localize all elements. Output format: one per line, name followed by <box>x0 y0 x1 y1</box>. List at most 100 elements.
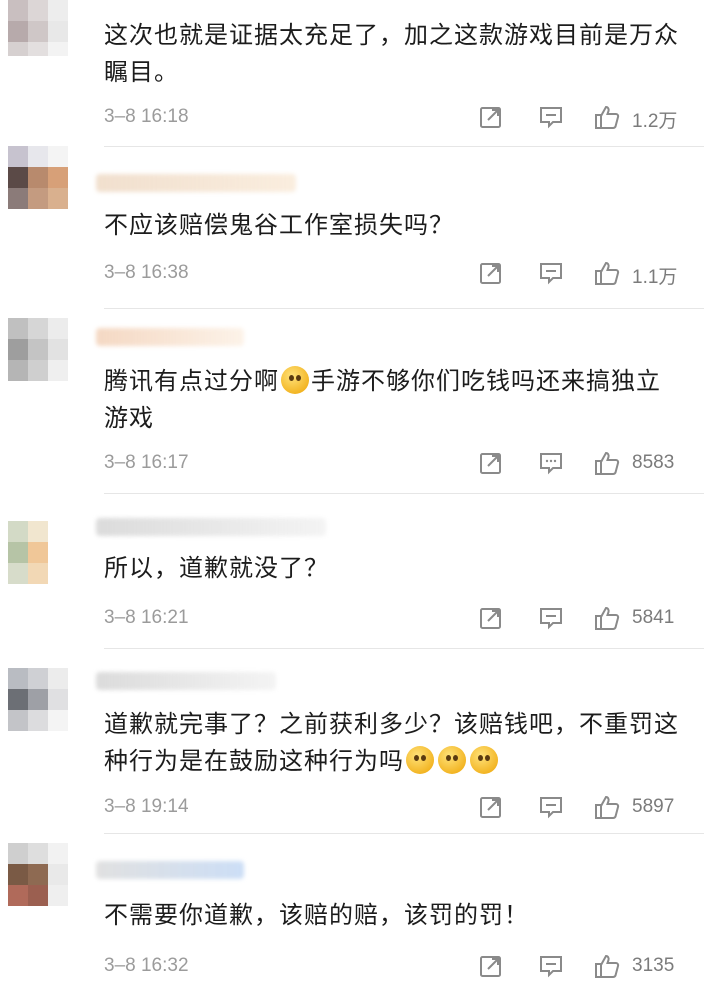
thumbs-up-icon[interactable] <box>594 605 620 631</box>
avatar[interactable] <box>8 843 68 906</box>
avatar-pixel <box>48 885 68 906</box>
avatar-pixel <box>48 689 68 710</box>
avatar-pixel <box>8 843 28 864</box>
avatar-pixel <box>28 360 48 381</box>
avatar-pixel <box>8 42 28 56</box>
share-arrow-icon[interactable] <box>478 450 504 476</box>
comment-text: 所以，道歉就没了？ <box>104 554 329 582</box>
avatar-pixel <box>48 360 68 381</box>
username-redacted <box>96 861 244 879</box>
share-arrow-icon[interactable] <box>478 260 504 286</box>
avatar-pixel <box>28 146 48 167</box>
comment-bubble-icon[interactable] <box>538 605 564 631</box>
thumbs-up-icon[interactable] <box>594 450 620 476</box>
avatar-pixel <box>48 339 68 360</box>
divider <box>104 833 704 834</box>
avatar-pixel <box>8 563 28 584</box>
comment-time: 3–8 16:18 <box>104 106 189 127</box>
avatar-pixel <box>8 146 28 167</box>
dizzy-face-emoji-icon <box>438 746 466 774</box>
comment-text: 不应该赔偿鬼谷工作室损失吗？ <box>104 211 454 239</box>
share-arrow-icon[interactable] <box>478 605 504 631</box>
comment-bubble-icon[interactable] <box>538 104 564 130</box>
comment-time: 3–8 16:17 <box>104 452 189 473</box>
like-count: 8583 <box>632 452 675 473</box>
avatar[interactable] <box>8 318 68 381</box>
divider <box>104 493 704 494</box>
avatar[interactable] <box>8 0 68 56</box>
like-count: 5841 <box>632 607 675 628</box>
like-count: 1.1万 <box>632 267 678 288</box>
username-redacted <box>96 174 296 192</box>
divider <box>104 146 704 147</box>
avatar-pixel <box>8 542 28 563</box>
avatar-pixel <box>48 710 68 731</box>
avatar-pixel <box>48 521 68 542</box>
comment-meta: 3–8 16:32 3135 <box>0 953 704 983</box>
like-count: 5897 <box>632 796 675 817</box>
avatar-pixel <box>28 668 48 689</box>
avatar-pixel <box>28 689 48 710</box>
avatar-pixel <box>48 542 68 563</box>
avatar-pixel <box>28 167 48 188</box>
avatar-pixel <box>8 885 28 906</box>
avatar-pixel <box>28 339 48 360</box>
avatar-pixel <box>48 42 68 56</box>
avatar-pixel <box>28 42 48 56</box>
avatar-pixel <box>28 188 48 209</box>
username-redacted <box>96 518 326 536</box>
divider <box>104 648 704 649</box>
avatar-pixel <box>28 542 48 563</box>
username-redacted <box>96 328 244 346</box>
avatar-pixel <box>8 668 28 689</box>
avatar-pixel <box>28 563 48 584</box>
like-count: 1.2万 <box>632 111 678 132</box>
avatar-pixel <box>28 318 48 339</box>
comment-text: 腾讯有点过分啊 手游不够你们吃钱吗还来搞独立游戏 <box>104 363 684 437</box>
comment-meta: 3–8 16:21 5841 <box>0 605 704 635</box>
share-arrow-icon[interactable] <box>478 953 504 979</box>
comment-bubble-icon[interactable] <box>538 260 564 286</box>
comment-text: 道歉就完事了？之前获利多少？该赔钱吧，不重罚这种行为是在鼓励这种行为吗 <box>104 706 684 780</box>
avatar-pixel <box>8 864 28 885</box>
like-count: 3135 <box>632 955 675 976</box>
avatar-pixel <box>8 339 28 360</box>
avatar-pixel <box>28 521 48 542</box>
thumbs-up-icon[interactable] <box>594 260 620 286</box>
avatar-pixel <box>8 710 28 731</box>
thumbs-up-icon[interactable] <box>594 953 620 979</box>
avatar-pixel <box>8 167 28 188</box>
avatar-pixel <box>28 21 48 42</box>
dizzy-face-emoji-icon <box>281 366 309 394</box>
share-arrow-icon[interactable] <box>478 794 504 820</box>
comment-time: 3–8 16:32 <box>104 955 189 976</box>
dizzy-face-emoji-icon <box>470 746 498 774</box>
avatar-pixel <box>28 710 48 731</box>
comment-meta: 3–8 16:17 8583 <box>0 450 704 480</box>
comment-meta: 3–8 16:38 1.1万 <box>0 260 704 290</box>
comment-text: 这次也就是证据太充足了，加之这款游戏目前是万众瞩目。 <box>104 21 679 86</box>
comment-bubble-icon[interactable] <box>538 450 564 476</box>
avatar-pixel <box>48 21 68 42</box>
comment-time: 3–8 19:14 <box>104 796 189 817</box>
avatar[interactable] <box>8 146 68 209</box>
comment-text-part: 道歉就完事了？之前获利多少？该赔钱吧，不重罚这种行为是在鼓励这种行为吗 <box>104 710 679 775</box>
dizzy-face-emoji-icon <box>406 746 434 774</box>
avatar[interactable] <box>8 521 68 584</box>
share-arrow-icon[interactable] <box>478 104 504 130</box>
avatar-pixel <box>8 318 28 339</box>
avatar-pixel <box>48 146 68 167</box>
avatar-pixel <box>8 21 28 42</box>
avatar[interactable] <box>8 668 68 731</box>
avatar-pixel <box>8 521 28 542</box>
thumbs-up-icon[interactable] <box>594 794 620 820</box>
comment-bubble-icon[interactable] <box>538 953 564 979</box>
avatar-pixel <box>28 864 48 885</box>
avatar-pixel <box>28 843 48 864</box>
comment-time: 3–8 16:21 <box>104 607 189 628</box>
comment-bubble-icon[interactable] <box>538 794 564 820</box>
avatar-pixel <box>48 0 68 21</box>
thumbs-up-icon[interactable] <box>594 104 620 130</box>
avatar-pixel <box>28 0 48 21</box>
avatar-pixel <box>8 0 28 21</box>
